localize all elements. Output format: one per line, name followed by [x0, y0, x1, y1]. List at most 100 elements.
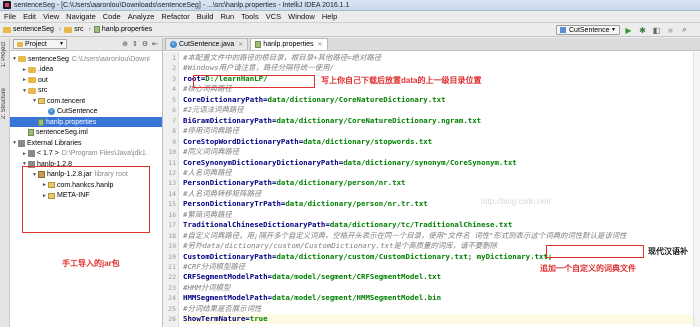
line-number: 4 — [172, 85, 176, 94]
menu-help[interactable]: Help — [322, 12, 337, 21]
line-number: 6 — [172, 106, 176, 115]
project-view-select[interactable]: Project ▼ — [13, 39, 67, 49]
chevron-right-icon: › — [58, 26, 62, 33]
line-number: 10 — [168, 148, 176, 157]
line-number: 2 — [172, 64, 176, 73]
tab-hanlp-properties[interactable]: hanlp.properties ✕ — [250, 38, 328, 50]
chevron-down-icon: ▼ — [611, 27, 616, 33]
breadcrumb-file[interactable]: hanlp.properties — [93, 26, 152, 33]
debug-icon[interactable]: ✱ — [637, 25, 648, 35]
comment-text: #CRF分词模型路径 — [183, 262, 246, 271]
tree-item[interactable]: c CutSentence — [42, 107, 97, 117]
menu-refactor[interactable]: Refactor — [161, 12, 189, 21]
stop-icon[interactable]: ■ — [665, 25, 676, 35]
annotation-root: 写上你自己下载后放置data的上一级目录位置 — [321, 76, 482, 85]
property-value: data/dictionary/CoreNatureDictionary.ngr… — [276, 115, 482, 125]
comment-text: #2元语法词典路径 — [183, 105, 244, 115]
tree-item-label: out — [38, 76, 48, 84]
title-bar: sentenceSeg - [C:\Users\aaronlou\Downloa… — [0, 0, 700, 11]
menu-run[interactable]: Run — [220, 12, 234, 21]
menu-edit[interactable]: Edit — [23, 12, 36, 21]
breadcrumb-project[interactable]: sentenceSeg — [3, 26, 54, 33]
annotation-jar: 手工导入的jar包 — [62, 259, 120, 268]
run-toolbar: CutSentence ▼ ▶ ✱ ◧ ■ ⌕ — [556, 25, 690, 35]
close-icon[interactable]: ✕ — [318, 41, 323, 48]
properties-file-icon — [93, 26, 100, 33]
code-line: #2元语法词典路径 — [183, 105, 244, 115]
properties-file-icon — [255, 41, 262, 48]
tree-item[interactable]: ▼ com.tencent — [32, 96, 85, 106]
tree-item[interactable]: hanlp.properties — [10, 117, 162, 127]
line-number: 1 — [172, 54, 176, 62]
property-value: data/model/segment/HMMSegmentModel.bin — [272, 293, 442, 303]
code-line: #人名词典路径 — [183, 168, 232, 178]
line-number: 7 — [172, 116, 176, 125]
comment-text: #同义词词典路径 — [183, 147, 240, 157]
tree-item[interactable]: ► < 1.7 > D:\Program Files\Java\jdk1. — [22, 149, 148, 159]
tab-cutsentence[interactable]: c CutSentence.java ✕ — [165, 38, 249, 50]
property-key: PersonDictionaryPath — [183, 178, 272, 188]
line-number: 5 — [172, 95, 176, 104]
property-value: data/dictionary/custom/CustomDictionary.… — [276, 251, 553, 261]
side-tab-structure[interactable]: 2: Structure — [1, 88, 9, 119]
tree-item[interactable]: ▼ sentenceSeg C:\Users\aaronlou\Downl — [12, 54, 150, 64]
property-key: TraditionalChineseDictionaryPath — [183, 220, 326, 230]
side-tab-project[interactable]: 1: Project — [1, 42, 9, 67]
close-icon[interactable]: ✕ — [238, 41, 243, 48]
line-number: 12 — [168, 168, 176, 177]
file-icon — [28, 129, 34, 136]
code-line: #分词结果是否展示词性 — [183, 304, 261, 314]
search-icon[interactable]: ⌕ — [679, 25, 690, 35]
run-icon[interactable]: ▶ — [623, 25, 634, 35]
code-line: ShowTermNature=true — [183, 314, 700, 325]
code-line: #人名词典转移矩阵路径 — [183, 189, 261, 199]
class-icon: c — [48, 108, 55, 115]
editor-scrollbar[interactable] — [693, 52, 700, 327]
menu-vcs[interactable]: VCS — [266, 12, 281, 21]
run-configuration-select[interactable]: CutSentence ▼ — [556, 25, 620, 35]
code-line: CustomDictionaryPath=data/dictionary/cus… — [183, 252, 552, 262]
menu-analyze[interactable]: Analyze — [128, 12, 155, 21]
watermark: http://blog.csdn.net/ — [481, 197, 551, 206]
line-number: 17 — [168, 221, 176, 230]
tree-item[interactable]: ► out — [22, 75, 48, 85]
annotation-box-jar — [22, 166, 150, 233]
menu-build[interactable]: Build — [197, 12, 214, 21]
project-panel: Project ▼ ⊕ ⇕ ⚙ ⇤ ▼ sentenceSeg C:\Users\aa… — [10, 38, 163, 327]
sync-icon[interactable]: ⊕ — [122, 40, 128, 48]
code-line: #HMM分词模型 — [183, 283, 230, 293]
tree-item[interactable]: ▼ src — [22, 86, 47, 96]
tree-item[interactable]: ► .idea — [22, 65, 53, 75]
tree-item-detail: C:\Users\aaronlou\Downl — [71, 55, 150, 63]
tree-item-label: sentenceSeg.iml — [36, 129, 88, 136]
tree-item[interactable]: sentenceSeg.iml — [22, 128, 88, 138]
code-line: CRFSegmentModelPath=data/model/segment/C… — [183, 272, 441, 282]
menu-window[interactable]: Window — [288, 12, 315, 21]
hide-icon[interactable]: ⇤ — [152, 40, 158, 48]
gear-icon[interactable]: ⚙ — [142, 40, 148, 48]
line-number: 24 — [168, 294, 176, 303]
property-value: data/model/segment/CRFSegmentModel.txt — [272, 272, 442, 282]
code-area[interactable]: http://blog.csdn.net/ #本配置文件中的路径的根目录，根目录… — [181, 52, 700, 327]
tree-item-label: com.tencent — [47, 97, 86, 105]
menu-tools[interactable]: Tools — [241, 12, 259, 21]
comment-text: #繁简词典路径 — [183, 209, 232, 219]
menu-file[interactable]: File — [4, 12, 16, 21]
menu-view[interactable]: View — [43, 12, 59, 21]
breadcrumb-src[interactable]: src — [64, 26, 84, 33]
menu-navigate[interactable]: Navigate — [66, 12, 96, 21]
property-value: true — [249, 314, 268, 324]
property-key: ShowTermNature — [183, 314, 246, 324]
collapse-icon[interactable]: ⇕ — [132, 40, 138, 48]
tree-item[interactable]: ▼ External Libraries — [12, 138, 81, 148]
chevron-down-icon: ▼ — [59, 41, 64, 47]
coverage-icon[interactable]: ◧ — [651, 25, 662, 35]
comment-text: #HMM分词模型 — [183, 282, 231, 292]
folder-icon — [3, 26, 11, 33]
line-number: 11 — [168, 158, 176, 167]
menu-code[interactable]: Code — [103, 12, 121, 21]
comment-text: #分词结果是否展示词性 — [183, 303, 262, 313]
annotation-box-dict — [546, 245, 644, 258]
code-line: #自定义词典路径，用;隔开多个自定义词典，空格开头表示在同一个目录，使用"文件名… — [183, 231, 627, 241]
code-line: #停用词词典路径 — [183, 126, 239, 136]
